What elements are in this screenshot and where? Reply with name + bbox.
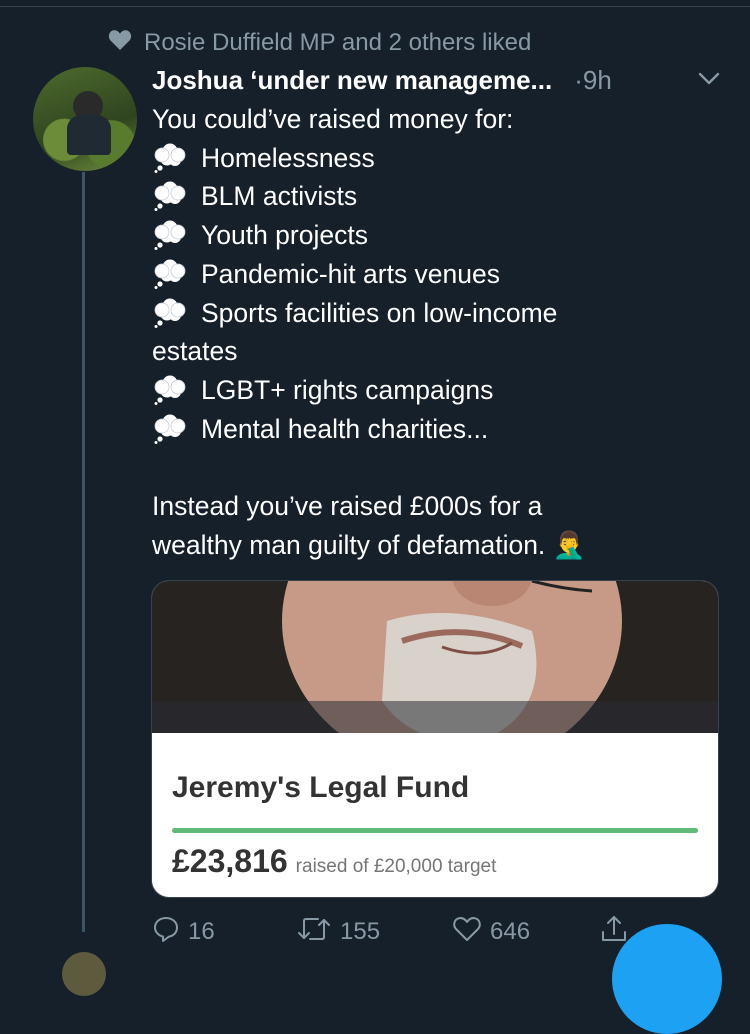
next-tweet-avatar[interactable] — [62, 952, 106, 996]
social-context[interactable]: Rosie Duffield MP and 2 others liked — [108, 28, 531, 58]
retweet-icon — [296, 915, 332, 950]
thought-balloon-icon — [152, 294, 201, 332]
tweet-closing-line-1: Instead you’ve raised £000s for a — [152, 491, 543, 522]
facepalm-emoji: 🤦‍♂️ — [552, 529, 586, 560]
tweet-text: You could’ve raised money for: Homelessn… — [152, 100, 722, 564]
list-item: Sports facilities on low-income — [152, 294, 722, 333]
list-item: Homelessness — [152, 139, 722, 178]
reply-button[interactable]: 16 — [152, 915, 296, 950]
raised-amount: £23,816 — [172, 843, 288, 879]
tweet-intro: You could’ve raised money for: — [152, 104, 514, 134]
list-item-continuation: estates — [152, 336, 238, 367]
tweet-time[interactable]: ·9h — [574, 65, 612, 96]
list-item: Mental health charities... — [152, 410, 722, 449]
card-title: Jeremy's Legal Fund — [172, 771, 470, 804]
tweet-closing-line-2: wealthy man guilty of defamation. 🤦‍♂️ — [152, 529, 586, 560]
thought-balloon-icon — [152, 371, 201, 409]
thought-balloon-icon — [152, 177, 201, 215]
list-item-text: Sports facilities on low-income — [201, 297, 558, 328]
thread-line — [82, 172, 85, 932]
thought-balloon-icon — [152, 410, 201, 448]
retweet-button[interactable]: 155 — [296, 915, 452, 950]
list-item-text: Homelessness — [201, 142, 375, 173]
top-divider — [0, 6, 750, 7]
like-button[interactable]: 646 — [452, 915, 600, 950]
chevron-down-icon[interactable] — [696, 65, 722, 96]
author-name[interactable]: Joshua ‘under new manageme... — [152, 65, 552, 96]
tweet-header: Joshua ‘under new manageme... ·9h — [152, 60, 722, 100]
list-item-text: Youth projects — [201, 220, 368, 251]
heart-outline-icon — [452, 915, 482, 950]
list-item: Youth projects — [152, 216, 722, 255]
reply-count: 16 — [188, 918, 215, 945]
thought-balloon-icon — [152, 139, 201, 177]
thought-balloon-icon — [152, 255, 201, 293]
link-card[interactable]: Jeremy's Legal Fund £23,816 raised of £2… — [151, 580, 719, 898]
card-image — [152, 581, 718, 733]
social-context-text: Rosie Duffield MP and 2 others liked — [144, 29, 532, 56]
retweet-count: 155 — [340, 918, 381, 945]
heart-icon — [108, 29, 132, 58]
thought-balloon-icon — [152, 216, 201, 254]
list-item: Pandemic-hit arts venues — [152, 255, 722, 294]
progress-bar — [172, 828, 698, 833]
raised-row: £23,816 raised of £20,000 target — [172, 843, 496, 880]
list-item: BLM activists — [152, 177, 722, 216]
list-item: LGBT+ rights campaigns — [152, 371, 722, 410]
avatar[interactable] — [33, 67, 137, 171]
raised-target-text: raised of £20,000 target — [295, 856, 497, 877]
reply-icon — [152, 915, 180, 950]
like-count: 646 — [490, 918, 531, 945]
list-item-text: BLM activists — [201, 181, 358, 212]
list-item-text: LGBT+ rights campaigns — [201, 374, 494, 405]
tweet-actions: 16 155 646 — [152, 912, 642, 952]
progress-fill — [172, 828, 698, 833]
compose-fab[interactable] — [612, 924, 722, 1034]
list-item-text: Pandemic-hit arts venues — [201, 258, 501, 289]
list-item-text: Mental health charities... — [201, 413, 489, 444]
